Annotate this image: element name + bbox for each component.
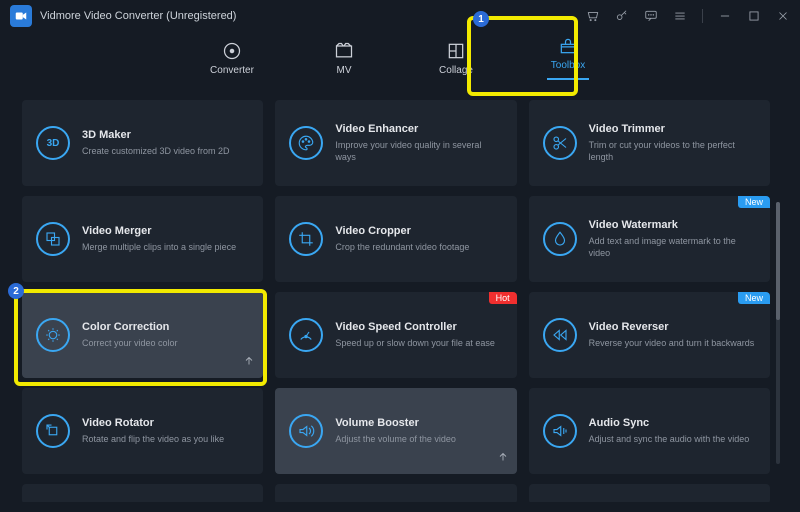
toolbox-icon [558,36,578,56]
tool-audio-sync[interactable]: Audio SyncAdjust and sync the audio with… [529,388,770,474]
tool-partial-row[interactable] [275,484,516,502]
sync-icon [543,414,577,448]
tool-volume-booster[interactable]: Volume BoosterAdjust the volume of the v… [275,388,516,474]
menu-icon[interactable] [673,9,687,23]
mv-icon [334,41,354,61]
color-icon [36,318,70,352]
tool-color-correction[interactable]: Color CorrectionCorrect your video color [22,292,263,378]
tool-video-enhancer[interactable]: Video EnhancerImprove your video quality… [275,100,516,186]
tool-3d-maker[interactable]: 3D 3D MakerCreate customized 3D video fr… [22,100,263,186]
feedback-icon[interactable] [644,9,658,23]
tool-video-reverser[interactable]: New Video ReverserReverse your video and… [529,292,770,378]
watermark-icon [543,222,577,256]
tool-video-cropper[interactable]: Video CropperCrop the redundant video fo… [275,196,516,282]
scissors-icon [543,126,577,160]
tab-mv[interactable]: MV [319,41,369,76]
tool-video-trimmer[interactable]: Video TrimmerTrim or cut your videos to … [529,100,770,186]
key-icon[interactable] [615,9,629,23]
crop-icon [289,222,323,256]
divider [702,9,703,23]
3d-icon: 3D [36,126,70,160]
pin-icon[interactable] [497,450,509,468]
new-badge: New [738,196,770,208]
tool-video-merger[interactable]: Video MergerMerge multiple clips into a … [22,196,263,282]
tab-toolbox[interactable]: Toolbox [543,36,593,80]
maximize-icon[interactable] [747,9,761,23]
app-title: Vidmore Video Converter (Unregistered) [40,10,236,22]
reverse-icon [543,318,577,352]
new-badge: New [738,292,770,304]
collage-icon [446,41,466,61]
rotate-icon [36,414,70,448]
converter-icon [222,41,242,61]
tab-collage[interactable]: Collage [431,41,481,76]
tools-grid: 3D 3D MakerCreate customized 3D video fr… [22,100,770,502]
main-tabs: Converter MV Collage Toolbox [0,28,800,88]
speed-icon [289,318,323,352]
hot-badge: Hot [489,292,517,304]
tool-partial-row[interactable] [22,484,263,502]
close-icon[interactable] [776,9,790,23]
scrollbar-thumb[interactable] [776,202,780,320]
titlebar-actions [586,9,790,23]
minimize-icon[interactable] [718,9,732,23]
scrollbar[interactable] [776,202,780,464]
tool-video-watermark[interactable]: New Video WatermarkAdd text and image wa… [529,196,770,282]
pin-icon[interactable] [243,354,255,372]
palette-icon [289,126,323,160]
tool-partial-row[interactable] [529,484,770,502]
tab-converter[interactable]: Converter [207,41,257,76]
tool-video-speed[interactable]: Hot Video Speed ControllerSpeed up or sl… [275,292,516,378]
merge-icon [36,222,70,256]
titlebar: Vidmore Video Converter (Unregistered) [0,0,800,26]
volume-icon [289,414,323,448]
app-logo-icon [10,5,32,27]
cart-icon[interactable] [586,9,600,23]
tool-video-rotator[interactable]: Video RotatorRotate and flip the video a… [22,388,263,474]
